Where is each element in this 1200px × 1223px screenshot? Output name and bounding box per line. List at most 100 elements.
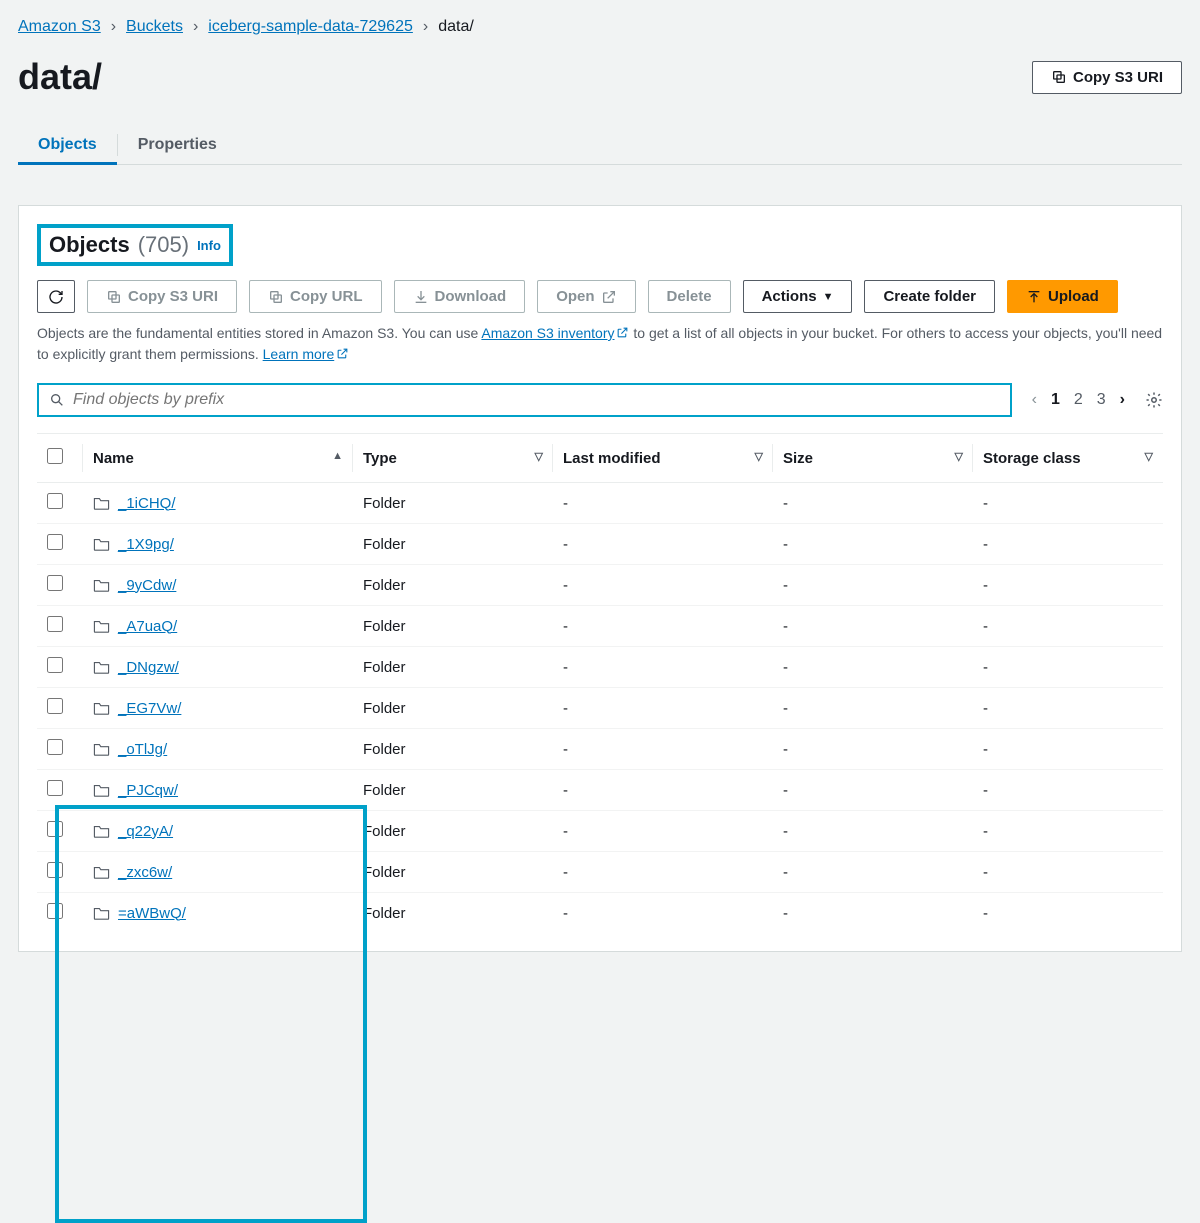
- open-button[interactable]: Open: [537, 280, 635, 313]
- table-row: _EG7Vw/ Folder - - -: [37, 688, 1163, 729]
- row-checkbox[interactable]: [47, 616, 63, 632]
- crumb-current: data/: [438, 18, 474, 36]
- cell-last-modified: -: [553, 483, 773, 524]
- page-3[interactable]: 3: [1097, 391, 1106, 409]
- panel-title: Objects: [49, 232, 130, 258]
- object-name-link[interactable]: _1X9pg/: [118, 536, 174, 553]
- copy-icon: [1051, 69, 1067, 85]
- panel-title-highlight: Objects (705) Info: [37, 224, 233, 266]
- table-row: _oTlJg/ Folder - - -: [37, 729, 1163, 770]
- row-checkbox[interactable]: [47, 739, 63, 755]
- row-checkbox[interactable]: [47, 862, 63, 878]
- col-last-modified[interactable]: Last modified▽: [553, 434, 773, 483]
- object-name-link[interactable]: =aWBwQ/: [118, 905, 186, 922]
- search-input[interactable]: [73, 391, 1000, 409]
- upload-button[interactable]: Upload: [1007, 280, 1118, 313]
- search-box[interactable]: [37, 383, 1012, 417]
- col-size[interactable]: Size▽: [773, 434, 973, 483]
- cell-size: -: [773, 565, 973, 606]
- select-all-checkbox[interactable]: [47, 448, 63, 464]
- object-name-link[interactable]: _zxc6w/: [118, 864, 172, 881]
- chevron-right-icon: ›: [423, 18, 428, 36]
- objects-table: Name▲ Type▽ Last modified▽ Size▽ Storage…: [37, 433, 1163, 933]
- external-link-icon: [616, 326, 629, 339]
- cell-storage-class: -: [973, 729, 1163, 770]
- s3-inventory-link[interactable]: Amazon S3 inventory: [481, 325, 629, 341]
- copy-s3-uri-button[interactable]: Copy S3 URI: [1032, 61, 1182, 94]
- crumb-buckets[interactable]: Buckets: [126, 18, 183, 36]
- external-link-icon: [601, 289, 617, 305]
- cell-last-modified: -: [553, 524, 773, 565]
- object-name-link[interactable]: _q22yA/: [118, 823, 173, 840]
- row-checkbox[interactable]: [47, 575, 63, 591]
- copy-icon: [268, 289, 284, 305]
- cell-size: -: [773, 606, 973, 647]
- crumb-bucket-name[interactable]: iceberg-sample-data-729625: [208, 18, 413, 36]
- cell-type: Folder: [353, 852, 553, 893]
- copy-url-button[interactable]: Copy URL: [249, 280, 382, 313]
- col-name[interactable]: Name▲: [83, 434, 353, 483]
- object-name-link[interactable]: _EG7Vw/: [118, 700, 181, 717]
- chevron-right-icon: ›: [193, 18, 198, 36]
- learn-more-link[interactable]: Learn more: [263, 346, 350, 362]
- copy-s3-uri-toolbar-button[interactable]: Copy S3 URI: [87, 280, 237, 313]
- folder-icon: [93, 865, 110, 880]
- cell-storage-class: -: [973, 647, 1163, 688]
- object-name-link[interactable]: _PJCqw/: [118, 782, 178, 799]
- cell-last-modified: -: [553, 729, 773, 770]
- row-checkbox[interactable]: [47, 780, 63, 796]
- cell-type: Folder: [353, 893, 553, 934]
- actions-button[interactable]: Actions ▼: [743, 280, 853, 313]
- folder-icon: [93, 701, 110, 716]
- cell-last-modified: -: [553, 893, 773, 934]
- cell-size: -: [773, 852, 973, 893]
- page-1[interactable]: 1: [1051, 391, 1060, 409]
- search-icon: [49, 392, 65, 408]
- crumb-amazon-s3[interactable]: Amazon S3: [18, 18, 101, 36]
- delete-button[interactable]: Delete: [648, 280, 731, 313]
- cell-storage-class: -: [973, 770, 1163, 811]
- row-checkbox[interactable]: [47, 493, 63, 509]
- breadcrumb: Amazon S3 › Buckets › iceberg-sample-dat…: [18, 18, 1182, 36]
- object-name-link[interactable]: _DNgzw/: [118, 659, 179, 676]
- cell-size: -: [773, 770, 973, 811]
- cell-storage-class: -: [973, 811, 1163, 852]
- pagination: ‹ 1 2 3 ›: [1032, 391, 1125, 409]
- page-title: data/: [18, 56, 102, 98]
- prev-page-button[interactable]: ‹: [1032, 391, 1037, 409]
- col-type[interactable]: Type▽: [353, 434, 553, 483]
- create-folder-button[interactable]: Create folder: [864, 280, 995, 313]
- row-checkbox[interactable]: [47, 534, 63, 550]
- download-icon: [413, 289, 429, 305]
- settings-button[interactable]: [1145, 391, 1163, 409]
- object-name-link[interactable]: _9yCdw/: [118, 577, 176, 594]
- row-checkbox[interactable]: [47, 698, 63, 714]
- object-name-link[interactable]: _1iCHQ/: [118, 495, 176, 512]
- folder-icon: [93, 660, 110, 675]
- tab-properties[interactable]: Properties: [118, 126, 237, 164]
- copy-icon: [106, 289, 122, 305]
- sort-asc-icon: ▲: [332, 450, 343, 462]
- cell-type: Folder: [353, 647, 553, 688]
- cell-last-modified: -: [553, 647, 773, 688]
- object-name-link[interactable]: _A7uaQ/: [118, 618, 177, 635]
- folder-icon: [93, 537, 110, 552]
- cell-size: -: [773, 688, 973, 729]
- row-checkbox[interactable]: [47, 657, 63, 673]
- col-storage-class[interactable]: Storage class▽: [973, 434, 1163, 483]
- object-name-link[interactable]: _oTlJg/: [118, 741, 167, 758]
- external-link-icon: [336, 347, 349, 360]
- page-2[interactable]: 2: [1074, 391, 1083, 409]
- sort-icon: ▽: [755, 450, 763, 463]
- table-row: =aWBwQ/ Folder - - -: [37, 893, 1163, 934]
- row-checkbox[interactable]: [47, 821, 63, 837]
- info-link[interactable]: Info: [197, 238, 221, 253]
- chevron-down-icon: ▼: [823, 291, 834, 303]
- tab-objects[interactable]: Objects: [18, 126, 117, 164]
- cell-type: Folder: [353, 524, 553, 565]
- row-checkbox[interactable]: [47, 903, 63, 919]
- cell-storage-class: -: [973, 524, 1163, 565]
- next-page-button[interactable]: ›: [1120, 391, 1125, 409]
- refresh-button[interactable]: [37, 280, 75, 313]
- download-button[interactable]: Download: [394, 280, 526, 313]
